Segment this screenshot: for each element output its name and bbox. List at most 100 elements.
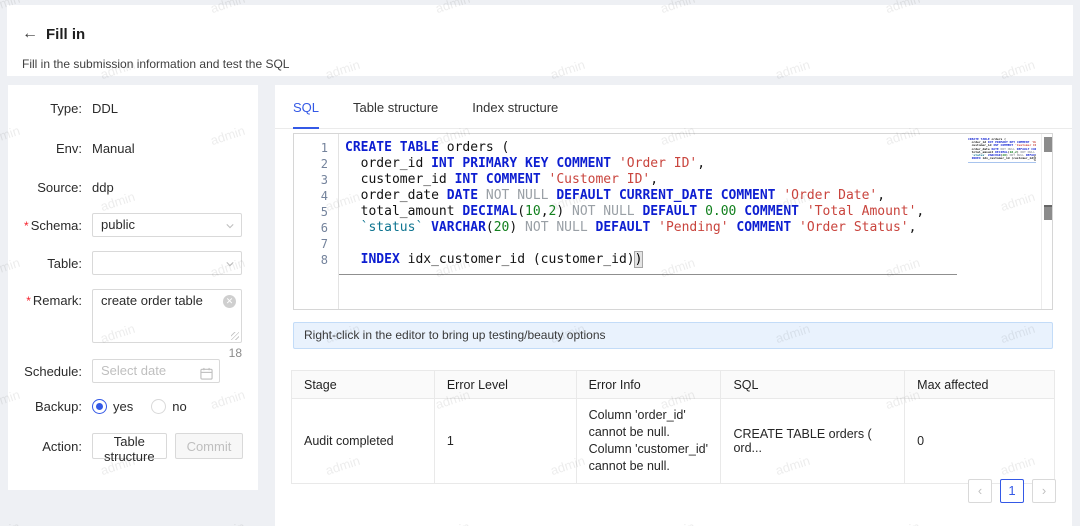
cursor-line-underline: [339, 274, 957, 275]
table-select[interactable]: [92, 251, 242, 275]
cell-error-info: Column 'order_id' cannot be null. Column…: [576, 399, 721, 484]
code-line: 2 order_id INT PRIMARY KEY COMMENT 'Orde…: [294, 156, 1040, 172]
table-label: Table:: [24, 256, 82, 271]
action-label: Action:: [24, 439, 82, 454]
remark-textarea[interactable]: create order table ✕: [92, 289, 242, 343]
code-text: `status` VARCHAR(20) NOT NULL DEFAULT 'P…: [337, 220, 916, 236]
remark-text: create order table: [101, 293, 203, 308]
env-label: Env:: [24, 141, 82, 156]
schema-label: *Schema:: [24, 218, 82, 233]
table-structure-button[interactable]: Table structure: [92, 433, 167, 459]
line-number: 2: [294, 156, 337, 172]
editor-minimap: CREATE TABLE orders ( order_id INT PRIMA…: [968, 138, 1036, 163]
cell-stage: Audit completed: [292, 399, 435, 484]
code-line: 1CREATE TABLE orders (: [294, 140, 1040, 156]
env-value: Manual: [92, 141, 135, 156]
clear-circle-icon[interactable]: ✕: [223, 295, 236, 308]
page-1-button[interactable]: 1: [1000, 479, 1024, 503]
cell-sql: CREATE TABLE orders ( ord...: [721, 399, 905, 484]
required-asterisk: *: [24, 219, 29, 233]
line-number: 6: [294, 220, 337, 236]
form-row-schema: *Schema: public: [24, 213, 242, 237]
tab-index-structure[interactable]: Index structure: [472, 85, 558, 128]
schedule-placeholder: Select date: [101, 363, 166, 378]
line-number: 5: [294, 204, 337, 220]
backup-radio-yes[interactable]: yes: [92, 399, 133, 414]
form-row-action: Action: Table structure Commit: [24, 433, 242, 459]
code-text: CREATE TABLE orders (: [337, 140, 509, 156]
page-subtitle: Fill in the submission information and t…: [22, 57, 289, 71]
form-row-type: Type: DDL: [24, 101, 242, 116]
radio-icon: [92, 399, 107, 414]
line-number: 3: [294, 172, 337, 188]
code-line: 8 INDEX idx_customer_id (customer_id)): [294, 252, 1040, 268]
col-sql: SQL: [721, 371, 905, 399]
form-row-schedule: Schedule: Select date: [24, 359, 242, 383]
col-stage: Stage: [292, 371, 435, 399]
page-title: Fill in: [46, 26, 85, 43]
resize-grip-icon[interactable]: [231, 332, 239, 340]
form-row-source: Source: ddp: [24, 180, 242, 195]
watermark: admin: [209, 519, 247, 526]
schema-select[interactable]: public: [92, 213, 242, 237]
type-value: DDL: [92, 101, 118, 116]
pagination: ‹ 1 ›: [968, 479, 1056, 503]
schema-select-value: public: [101, 217, 135, 232]
form-row-remark: *Remark: create order table ✕: [24, 289, 242, 343]
minimap-line: INDEX idx_customer_id (customer_id)): [968, 157, 1036, 160]
commit-button[interactable]: Commit: [175, 433, 244, 459]
backup-label: Backup:: [24, 399, 82, 414]
code-line: 5 total_amount DECIMAL(10,2) NOT NULL DE…: [294, 204, 1040, 220]
code-line: 6 `status` VARCHAR(20) NOT NULL DEFAULT …: [294, 220, 1040, 236]
chevron-down-icon: [226, 222, 234, 230]
scrollbar-thumb[interactable]: [1044, 137, 1052, 152]
code-line: 4 order_date DATE NOT NULL DEFAULT CURRE…: [294, 188, 1040, 204]
form-row-backup: Backup: yes no: [24, 399, 242, 414]
minimap-underline: [968, 162, 1036, 163]
col-error-level: Error Level: [434, 371, 576, 399]
page: adminadminadminadminadminadminadminadmin…: [0, 0, 1080, 526]
type-label: Type:: [24, 101, 82, 116]
line-number: 7: [294, 236, 337, 252]
back-arrow-icon[interactable]: ←: [22, 25, 46, 43]
code-line: 7: [294, 236, 1040, 252]
editor-scrollbar[interactable]: [1041, 134, 1052, 309]
radio-label: no: [172, 399, 186, 414]
code-text: order_id INT PRIMARY KEY COMMENT 'Order …: [337, 156, 705, 172]
editor-hint-bar: Right-click in the editor to bring up te…: [293, 322, 1053, 349]
tab-table-structure[interactable]: Table structure: [353, 85, 438, 128]
schedule-label: Schedule:: [24, 364, 82, 379]
form-row-env: Env: Manual: [24, 141, 242, 156]
audit-result-table: Stage Error Level Error Info SQL Max aff…: [291, 370, 1055, 484]
scrollbar-thumb[interactable]: [1044, 207, 1052, 220]
code-text: total_amount DECIMAL(10,2) NOT NULL DEFA…: [337, 204, 924, 220]
line-number: 1: [294, 140, 337, 156]
required-asterisk: *: [26, 294, 31, 308]
code-text: INDEX idx_customer_id (customer_id)): [337, 252, 642, 268]
header: ← Fill in Fill in the submission informa…: [7, 5, 1073, 76]
remark-char-count: 18: [229, 346, 242, 360]
radio-icon: [151, 399, 166, 414]
code-line: 3 customer_id INT COMMENT 'Customer ID',: [294, 172, 1040, 188]
tab-bar: SQL Table structure Index structure: [275, 85, 1072, 129]
prev-page-button[interactable]: ‹: [968, 479, 992, 503]
form-row-table: Table:: [24, 251, 242, 275]
calendar-icon: [200, 365, 213, 387]
next-page-button[interactable]: ›: [1032, 479, 1056, 503]
tab-sql[interactable]: SQL: [293, 85, 319, 128]
code-text: customer_id INT COMMENT 'Customer ID',: [337, 172, 658, 188]
remark-label: *Remark:: [24, 289, 82, 308]
col-error-info: Error Info: [576, 371, 721, 399]
backup-radio-no[interactable]: no: [151, 399, 186, 414]
submission-form-panel: Type: DDL Env: Manual Source: ddp *Schem…: [8, 85, 258, 490]
code-text: order_date DATE NOT NULL DEFAULT CURRENT…: [337, 188, 885, 204]
code-text: [337, 236, 345, 252]
schedule-date-input[interactable]: Select date: [92, 359, 220, 383]
code-lines: 1CREATE TABLE orders (2 order_id INT PRI…: [294, 140, 1040, 268]
sql-panel: SQL Table structure Index structure 1CRE…: [275, 85, 1072, 526]
table-row: Audit completed 1 Column 'order_id' cann…: [292, 399, 1055, 484]
cell-error-level: 1: [434, 399, 576, 484]
chevron-down-icon: [226, 260, 234, 268]
table-header-row: Stage Error Level Error Info SQL Max aff…: [292, 371, 1055, 399]
sql-code-editor[interactable]: 1CREATE TABLE orders (2 order_id INT PRI…: [293, 133, 1053, 310]
